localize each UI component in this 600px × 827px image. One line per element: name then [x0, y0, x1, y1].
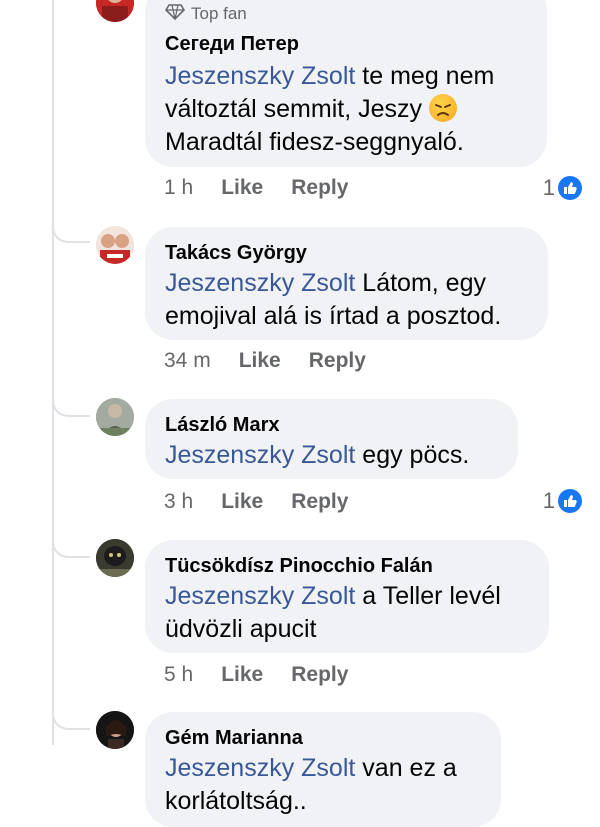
thread-branch [52, 225, 90, 243]
comment-author[interactable]: László Marx [165, 413, 498, 437]
thumbs-up-icon [558, 176, 582, 200]
thread-branch [52, 399, 90, 417]
avatar[interactable] [96, 0, 134, 22]
reaction-number: 1 [542, 175, 555, 200]
comment-text-part: egy pöcs. [355, 441, 470, 469]
comment-text: Jeszenszky Zsolt a Teller levél üdvözli … [165, 580, 529, 646]
avatar[interactable] [96, 398, 134, 436]
comment-text: Jeszenszky Zsolt te meg nem változtál se… [165, 60, 527, 159]
disappointed-face-icon [428, 94, 457, 122]
mention-link[interactable]: Jeszenszky Zsolt [165, 754, 355, 782]
like-button[interactable]: Like [221, 663, 263, 687]
comment-time[interactable]: 5 h [164, 663, 193, 687]
reaction-number: 1 [542, 488, 555, 513]
comment-text: Jeszenszky Zsolt Látom, egy emojival alá… [165, 267, 528, 333]
comment-author[interactable]: Gém Marianna [165, 726, 481, 750]
comment-bubble: Takács György Jeszenszky Zsolt Látom, eg… [145, 227, 548, 340]
mention-link[interactable]: Jeszenszky Zsolt [165, 269, 355, 297]
comment-time[interactable]: 34 m [164, 349, 211, 373]
comment-bubble: Gém Marianna Jeszenszky Zsolt van ez a k… [145, 712, 501, 827]
reply-button[interactable]: Reply [291, 176, 348, 200]
mention-link[interactable]: Jeszenszky Zsolt [165, 441, 355, 469]
comment-author[interactable]: Сегеди Петер [165, 32, 527, 56]
mention-link[interactable]: Jeszenszky Zsolt [165, 62, 355, 90]
avatar[interactable] [96, 226, 134, 264]
avatar[interactable] [96, 539, 134, 577]
reaction-count[interactable]: 1 [543, 175, 582, 201]
avatar[interactable] [96, 711, 134, 749]
mention-link[interactable]: Jeszenszky Zsolt [165, 582, 355, 610]
reply-button[interactable]: Reply [291, 490, 348, 514]
comment-text: Jeszenszky Zsolt egy pöcs. [165, 439, 498, 472]
comment-actions: 34 m Like Reply [164, 349, 394, 373]
comment-author[interactable]: Tücsökdísz Pinocchio Falán [165, 554, 529, 578]
thread-branch [52, 712, 90, 730]
comment-bubble: Tücsökdísz Pinocchio Falán Jeszenszky Zs… [145, 540, 549, 653]
reaction-count[interactable]: 1 [543, 488, 582, 514]
comment-text-part: Maradtál fidesz-seggnyaló. [165, 128, 464, 156]
comment-bubble: László Marx Jeszenszky Zsolt egy pöcs. [145, 399, 518, 479]
comment-time[interactable]: 3 h [164, 490, 193, 514]
comment-actions: 5 h Like Reply [164, 663, 376, 687]
top-fan-label: Top fan [191, 4, 247, 23]
reply-button[interactable]: Reply [291, 663, 348, 687]
thumbs-up-icon [558, 489, 582, 513]
comment-text: Jeszenszky Zsolt van ez a korlátoltság.. [165, 752, 481, 818]
top-fan-badge: Top fan [164, 4, 527, 24]
comment-actions: 1 h Like Reply [164, 176, 376, 200]
comment-bubble: Top fan Сегеди Петер Jeszenszky Zsolt te… [145, 0, 547, 167]
comment-author[interactable]: Takács György [165, 241, 528, 265]
comment-actions: 3 h Like Reply [164, 490, 376, 514]
thread-branch [52, 540, 90, 558]
reply-button[interactable]: Reply [309, 349, 366, 373]
diamond-icon [164, 4, 186, 24]
thread-line [52, 0, 54, 745]
like-button[interactable]: Like [221, 176, 263, 200]
like-button[interactable]: Like [221, 490, 263, 514]
comment-time[interactable]: 1 h [164, 176, 193, 200]
like-button[interactable]: Like [239, 349, 281, 373]
